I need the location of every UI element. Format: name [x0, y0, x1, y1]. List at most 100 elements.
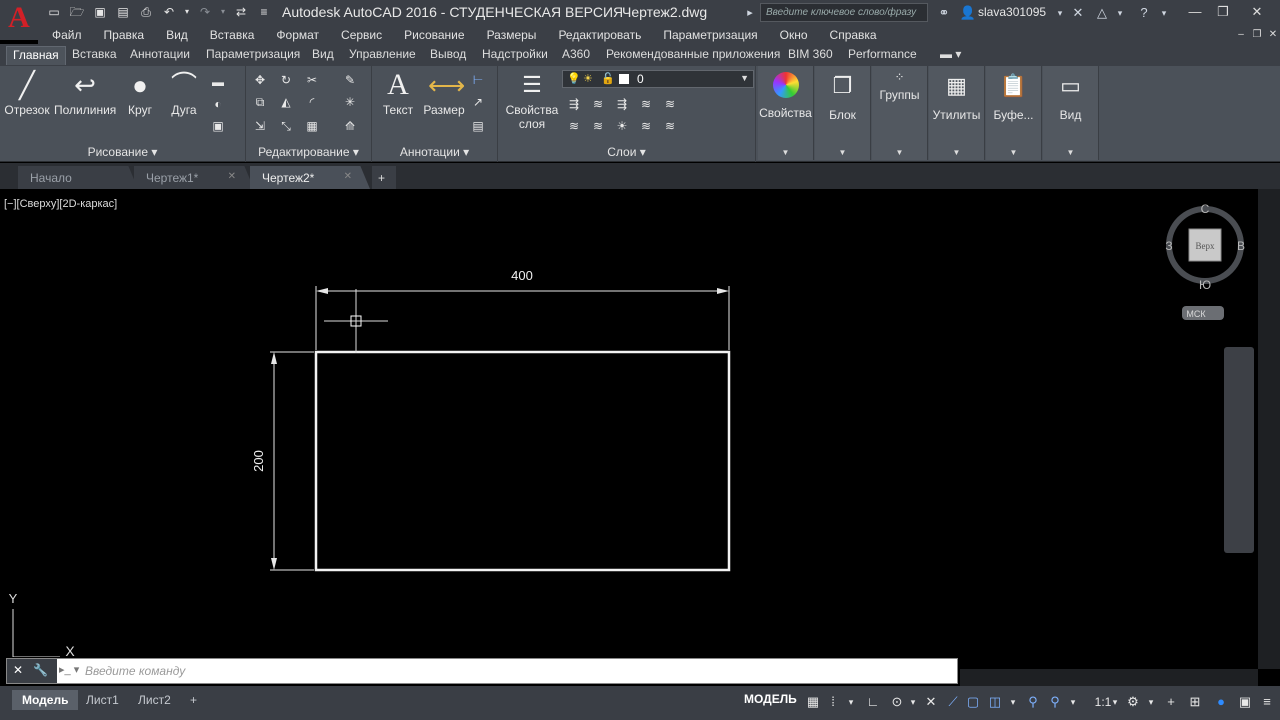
- undo-dropdown-icon[interactable]: ▾: [182, 3, 192, 21]
- annotation-monitor-icon[interactable]: +: [1162, 693, 1180, 711]
- linear-dim-icon[interactable]: ⊢: [470, 72, 486, 88]
- tab-parametric[interactable]: Параметризация: [206, 47, 300, 61]
- file-tab-drawing2[interactable]: Чертеж2* ✕: [250, 166, 370, 189]
- layer-tool-9-icon[interactable]: ≋: [638, 118, 654, 134]
- file-tab-drawing1[interactable]: Чертеж1* ✕: [134, 166, 254, 189]
- line-button[interactable]: ╱ Отрезок: [4, 70, 50, 117]
- groups-panel[interactable]: ⁘ Группы ▼: [872, 66, 928, 160]
- menu-insert[interactable]: Вставка: [210, 26, 255, 44]
- user-icon[interactable]: 👤: [958, 3, 978, 23]
- tab-performance[interactable]: Performance: [848, 47, 917, 61]
- layers-panel-title[interactable]: Слои ▾: [498, 145, 755, 159]
- annotation-dropdown-icon[interactable]: ▾: [1064, 693, 1082, 711]
- layer-tool-4-icon[interactable]: ≋: [638, 96, 654, 112]
- layer-tool-8-icon[interactable]: ☀: [614, 118, 630, 134]
- menu-file[interactable]: Файл: [52, 26, 82, 44]
- layer-tool-6-icon[interactable]: ≋: [566, 118, 582, 134]
- menu-help[interactable]: Справка: [830, 26, 877, 44]
- table-icon[interactable]: ▤: [470, 118, 486, 134]
- fillet-icon[interactable]: ◜: [304, 94, 320, 110]
- mirror-icon[interactable]: ◭: [278, 94, 294, 110]
- vertical-scrollbar[interactable]: [1258, 189, 1280, 669]
- customize-qat-icon[interactable]: ≡: [254, 3, 274, 21]
- file-tab-start[interactable]: Начало: [18, 166, 138, 189]
- close-icon[interactable]: ✕: [1246, 2, 1268, 22]
- ortho-icon[interactable]: ∟: [864, 693, 882, 711]
- polar-dropdown-icon[interactable]: ▾: [904, 693, 922, 711]
- share-icon[interactable]: ⇄: [231, 3, 251, 21]
- customization-icon[interactable]: ≡: [1258, 693, 1276, 711]
- auto-scale-icon[interactable]: ⚲: [1046, 693, 1064, 711]
- copy-icon[interactable]: ⧉: [252, 94, 268, 110]
- text-button[interactable]: A Текст: [378, 70, 418, 118]
- offset-icon[interactable]: ⟰: [342, 118, 358, 134]
- customize-wrench-icon[interactable]: 🔧: [33, 663, 48, 677]
- menu-format[interactable]: Формат: [276, 26, 319, 44]
- menu-window[interactable]: Окно: [780, 26, 808, 44]
- minimize-icon[interactable]: —: [1184, 2, 1206, 22]
- open-folder-icon[interactable]: 🗁: [67, 3, 87, 21]
- close-tab-icon[interactable]: ✕: [344, 171, 352, 182]
- new-tab-button[interactable]: +: [372, 166, 396, 189]
- trim-icon[interactable]: ✂: [304, 72, 320, 88]
- isolate-objects-icon[interactable]: ●: [1212, 693, 1230, 711]
- stretch-icon[interactable]: ⇲: [252, 118, 268, 134]
- modify-panel-title[interactable]: Редактирование ▾: [246, 145, 371, 159]
- isodraft-icon[interactable]: ✕: [922, 693, 940, 711]
- annotation-visibility-icon[interactable]: ⚲: [1024, 693, 1042, 711]
- array-icon[interactable]: ▦: [304, 118, 320, 134]
- annotation-panel-title[interactable]: Аннотации ▾: [372, 145, 497, 159]
- doc-close-icon[interactable]: ✕: [1262, 25, 1280, 45]
- redo-icon[interactable]: ↷: [195, 3, 215, 21]
- scale-dropdown-icon[interactable]: ▾: [1106, 693, 1124, 711]
- help-icon[interactable]: ?: [1134, 3, 1154, 23]
- polyline-button[interactable]: ↩ Полилиния: [54, 70, 116, 117]
- close-tab-icon[interactable]: ✕: [228, 171, 236, 182]
- clean-screen-icon[interactable]: ▣: [1236, 693, 1254, 711]
- rotate-icon[interactable]: ↻: [278, 72, 294, 88]
- lineweight-icon[interactable]: ◫: [986, 693, 1004, 711]
- menu-parametric[interactable]: Параметризация: [663, 26, 757, 44]
- tab-addins[interactable]: Надстройки: [482, 47, 548, 61]
- layout-tab-model[interactable]: Модель: [12, 690, 79, 710]
- save-as-icon[interactable]: ▤: [113, 3, 133, 21]
- layer-tool-5-icon[interactable]: ≋: [662, 96, 678, 112]
- units-icon[interactable]: ⊞: [1186, 693, 1204, 711]
- undo-icon[interactable]: ↶: [159, 3, 179, 21]
- drawing-canvas[interactable]: [−][Сверху][2D-каркас] 400 200 Y X Верх …: [0, 189, 1258, 657]
- a360-icon[interactable]: △: [1092, 3, 1112, 23]
- osnap-dropdown-icon[interactable]: ▾: [1004, 693, 1022, 711]
- circle-button[interactable]: ● Круг: [120, 70, 160, 117]
- a360-dropdown-icon[interactable]: ▾: [1110, 3, 1130, 23]
- command-line[interactable]: ✕ 🔧 ▸_ ▾ Введите команду: [6, 658, 958, 684]
- clipboard-panel[interactable]: 📋 Буфе... ▼: [986, 66, 1042, 160]
- tab-view[interactable]: Вид: [312, 47, 334, 61]
- arc-button[interactable]: ⌒ Дуга: [164, 70, 204, 117]
- view-panel[interactable]: ▭ Вид ▼: [1043, 66, 1099, 160]
- tab-output[interactable]: Вывод: [430, 47, 466, 61]
- object-snap-tracking-icon[interactable]: ⟋: [944, 693, 962, 711]
- menu-edit[interactable]: Правка: [104, 26, 145, 44]
- scale-icon[interactable]: ⤡: [278, 118, 294, 134]
- recent-commands-icon[interactable]: ▸_ ▾: [59, 663, 79, 676]
- grid-icon[interactable]: ▦: [804, 693, 822, 711]
- add-layout-icon[interactable]: +: [180, 690, 207, 710]
- layer-properties-button[interactable]: ☰ Свойства слоя: [502, 70, 562, 131]
- save-icon[interactable]: ▣: [90, 3, 110, 21]
- properties-panel[interactable]: Свойства ▼: [758, 66, 814, 160]
- close-cmdline-icon[interactable]: ✕: [13, 663, 23, 677]
- command-input[interactable]: Введите команду: [85, 664, 185, 678]
- redo-dropdown-icon[interactable]: ▾: [218, 3, 228, 21]
- menu-modify[interactable]: Редактировать: [558, 26, 641, 44]
- horizontal-scrollbar[interactable]: [960, 669, 1258, 686]
- tab-a360[interactable]: A360: [562, 47, 590, 61]
- menu-draw[interactable]: Рисование: [404, 26, 464, 44]
- menu-tools[interactable]: Сервис: [341, 26, 382, 44]
- layout-tab-sheet2[interactable]: Лист2: [128, 690, 181, 710]
- menu-view[interactable]: Вид: [166, 26, 188, 44]
- erase-icon[interactable]: ✎: [342, 72, 358, 88]
- workspace-dropdown-icon[interactable]: ▾: [1142, 693, 1160, 711]
- exchange-icon[interactable]: ✕: [1068, 3, 1088, 23]
- username[interactable]: slava301095: [978, 5, 1046, 19]
- block-panel[interactable]: ❐ Блок ▼: [815, 66, 871, 160]
